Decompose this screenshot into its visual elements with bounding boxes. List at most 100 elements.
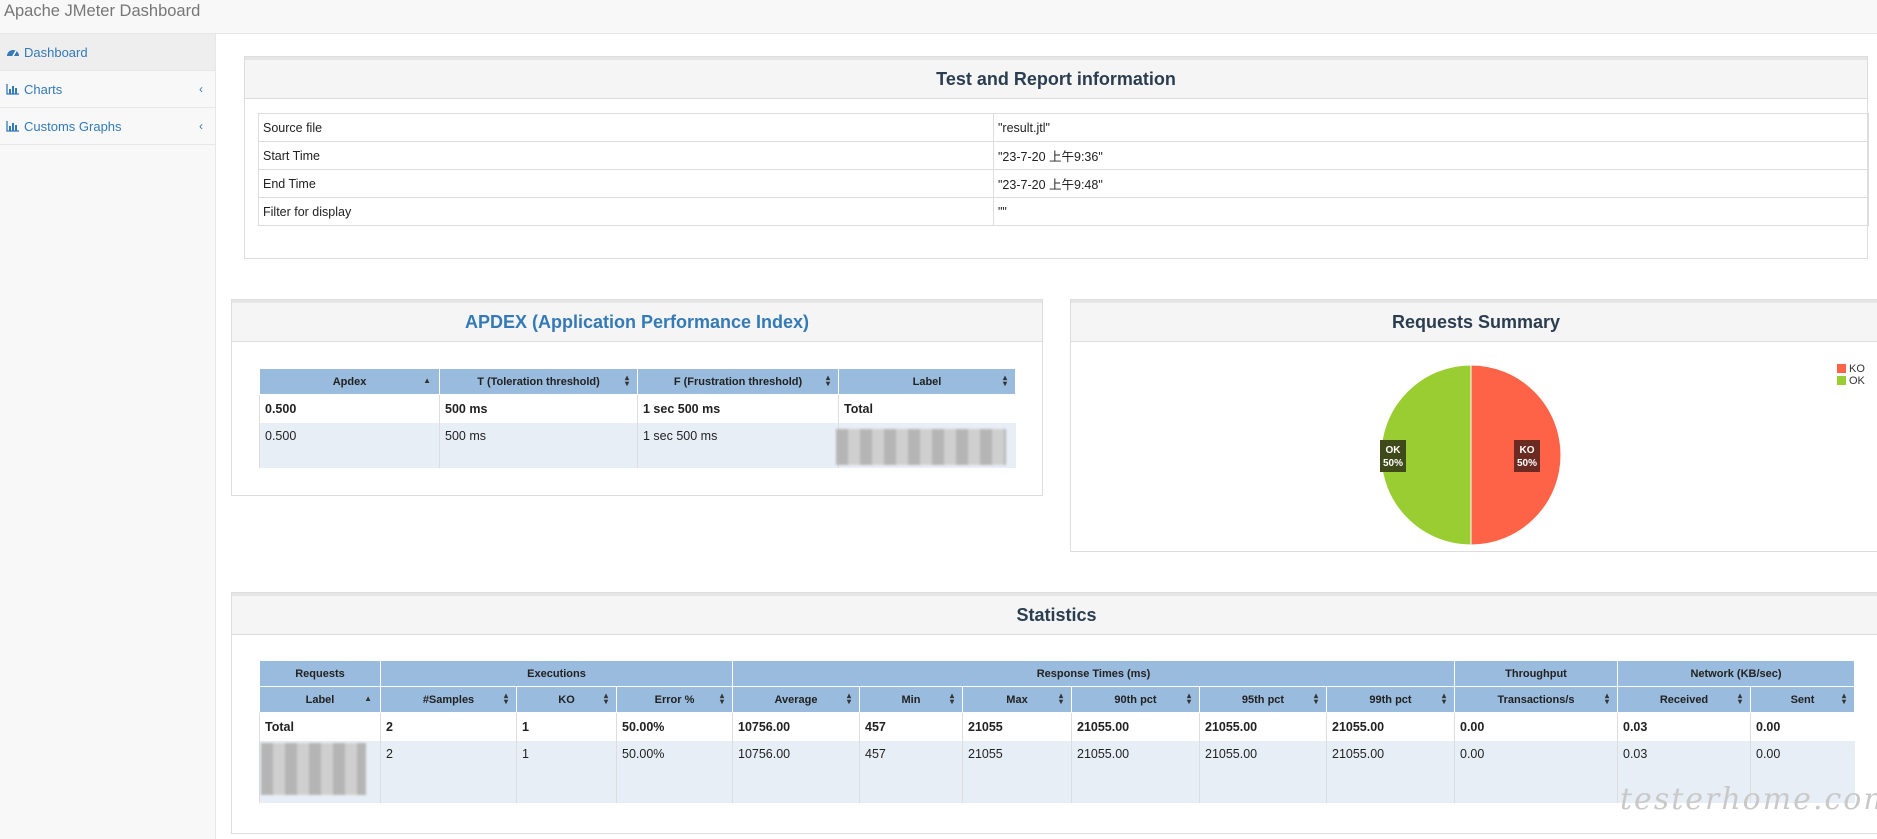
sidebar-item-charts[interactable]: Charts ‹: [0, 71, 215, 108]
table-row: Source file "result.jtl": [258, 113, 1869, 142]
cell: 21055.00: [1326, 740, 1455, 803]
sort-icon: ▴ ▾: [624, 373, 629, 388]
group-header-response-times: Response Times (ms): [732, 660, 1455, 687]
cell: 1: [516, 712, 617, 741]
pie-legend: KO OK: [1837, 363, 1865, 387]
panel-title: APDEX (Application Performance Index): [232, 300, 1042, 342]
chevron-left-icon[interactable]: ‹: [199, 119, 203, 133]
statistics-table: Requests Executions Response Times (ms) …: [259, 660, 1855, 803]
info-key: Start Time: [258, 141, 994, 170]
cell: Total: [259, 712, 381, 741]
column-header-transactions[interactable]: Transactions/s ▴ ▾: [1454, 686, 1618, 713]
table-row: End Time "23-7-20 上午9:48": [258, 169, 1869, 198]
cell: 21055: [962, 712, 1072, 741]
sidebar-item-label: Dashboard: [24, 44, 88, 60]
sort-icon: ▴ ▾: [825, 373, 830, 388]
cell: Total: [838, 394, 1016, 423]
cell: 10756.00: [732, 712, 860, 741]
cell: 21055: [962, 740, 1072, 803]
sort-icon: ▴ ▾: [1441, 691, 1446, 706]
cell: 0.00: [1454, 712, 1618, 741]
cell: 10756.00: [732, 740, 860, 803]
table-row-total: 0.500 500 ms 1 sec 500 ms Total: [259, 394, 1016, 423]
test-info-panel: Test and Report information Source file …: [244, 56, 1869, 259]
column-header-average[interactable]: Average ▴ ▾: [732, 686, 860, 713]
column-header-label[interactable]: Label ▴ ▾: [838, 368, 1016, 395]
apdex-panel: APDEX (Application Performance Index) Ap…: [231, 299, 1043, 496]
test-info-table: Source file "result.jtl" Start Time "23-…: [258, 113, 1869, 226]
bar-chart-icon: [6, 121, 19, 132]
app-title[interactable]: Apache JMeter Dashboard: [4, 2, 200, 21]
column-header-99th-pct[interactable]: 99th pct ▴ ▾: [1326, 686, 1455, 713]
column-header-label[interactable]: Label ▲: [259, 686, 381, 713]
cell: 0.500: [259, 422, 440, 468]
cell: [259, 740, 381, 803]
sort-icon: ▴ ▾: [719, 691, 724, 706]
cell: 0.500: [259, 394, 440, 423]
sort-asc-icon: ▲: [364, 694, 372, 703]
sidebar-item-label: Customs Graphs: [24, 118, 122, 134]
group-header-network: Network (KB/sec): [1617, 660, 1855, 687]
legend-item-ko[interactable]: KO: [1837, 363, 1865, 375]
watermark: testerhome.com: [1620, 782, 1877, 817]
sidebar-item-dashboard[interactable]: Dashboard: [0, 34, 215, 71]
cell: [836, 422, 1016, 468]
column-header-90th-pct[interactable]: 90th pct ▴ ▾: [1071, 686, 1200, 713]
sort-icon: ▴ ▾: [1058, 691, 1063, 706]
group-header-executions: Executions: [380, 660, 733, 687]
requests-summary-panel: Requests Summary KO 50% OK 50% KO OK: [1070, 299, 1877, 552]
column-header-apdex[interactable]: Apdex ▲: [259, 368, 440, 395]
info-value: "23-7-20 上午9:36": [993, 141, 1869, 170]
apdex-table: Apdex ▲ T (Toleration threshold) ▴ ▾ F (Fru…: [259, 368, 1016, 468]
cell: 500 ms: [439, 422, 638, 468]
top-navbar: Apache JMeter Dashboard: [0, 0, 1877, 34]
column-header-ko[interactable]: KO ▴ ▾: [516, 686, 617, 713]
pie-label-ko: KO: [1520, 445, 1535, 456]
column-header-samples[interactable]: #Samples ▴ ▾: [380, 686, 517, 713]
requests-pie-chart: KO 50% OK 50%: [1380, 364, 1562, 546]
column-header-frustration[interactable]: F (Frustration threshold) ▴ ▾: [637, 368, 839, 395]
sort-icon: ▴ ▾: [1737, 691, 1742, 706]
sort-icon: ▴ ▾: [846, 691, 851, 706]
pie-label-ok: OK: [1386, 445, 1402, 456]
sort-asc-icon: ▲: [423, 376, 431, 385]
sidebar-item-customs-graphs[interactable]: Customs Graphs ‹: [0, 108, 215, 145]
sidebar: Dashboard Charts ‹ Customs Graphs ‹: [0, 34, 216, 839]
sort-icon: ▴ ▾: [1313, 691, 1318, 706]
info-value: "": [993, 197, 1869, 226]
panel-title: Test and Report information: [245, 57, 1867, 99]
cell: 1 sec 500 ms: [637, 422, 839, 468]
redacted-label: [836, 428, 1006, 465]
cell: 1: [516, 740, 617, 803]
column-header-sent[interactable]: Sent ▴ ▾: [1750, 686, 1855, 713]
cell: 50.00%: [616, 740, 733, 803]
sort-icon: ▴ ▾: [603, 691, 608, 706]
legend-item-ok[interactable]: OK: [1837, 375, 1865, 387]
info-value: "result.jtl": [993, 113, 1869, 142]
cell: 457: [859, 712, 963, 741]
cell: 0.03: [1617, 712, 1751, 741]
cell: 2: [380, 740, 517, 803]
group-header-throughput: Throughput: [1454, 660, 1618, 687]
chevron-left-icon[interactable]: ‹: [199, 82, 203, 96]
column-header-toleration[interactable]: T (Toleration threshold) ▴ ▾: [439, 368, 638, 395]
cell: 2: [380, 712, 517, 741]
table-row: Start Time "23-7-20 上午9:36": [258, 141, 1869, 170]
cell: 0.00: [1454, 740, 1618, 803]
panel-title: Statistics: [232, 593, 1877, 635]
sort-icon: ▴ ▾: [949, 691, 954, 706]
column-header-max[interactable]: Max ▴ ▾: [962, 686, 1072, 713]
redacted-label: [261, 742, 366, 795]
column-header-received[interactable]: Received ▴ ▾: [1617, 686, 1751, 713]
cell: 50.00%: [616, 712, 733, 741]
info-key: Source file: [258, 113, 994, 142]
table-row: Filter for display "": [258, 197, 1869, 226]
cell: 21055.00: [1199, 740, 1327, 803]
column-header-95th-pct[interactable]: 95th pct ▴ ▾: [1199, 686, 1327, 713]
column-header-min[interactable]: Min ▴ ▾: [859, 686, 963, 713]
cell: 21055.00: [1199, 712, 1327, 741]
pie-value-ko: 50%: [1517, 458, 1537, 469]
panel-title: Requests Summary: [1071, 300, 1877, 342]
column-header-error-pct[interactable]: Error % ▴ ▾: [616, 686, 733, 713]
cell: 21055.00: [1071, 740, 1200, 803]
